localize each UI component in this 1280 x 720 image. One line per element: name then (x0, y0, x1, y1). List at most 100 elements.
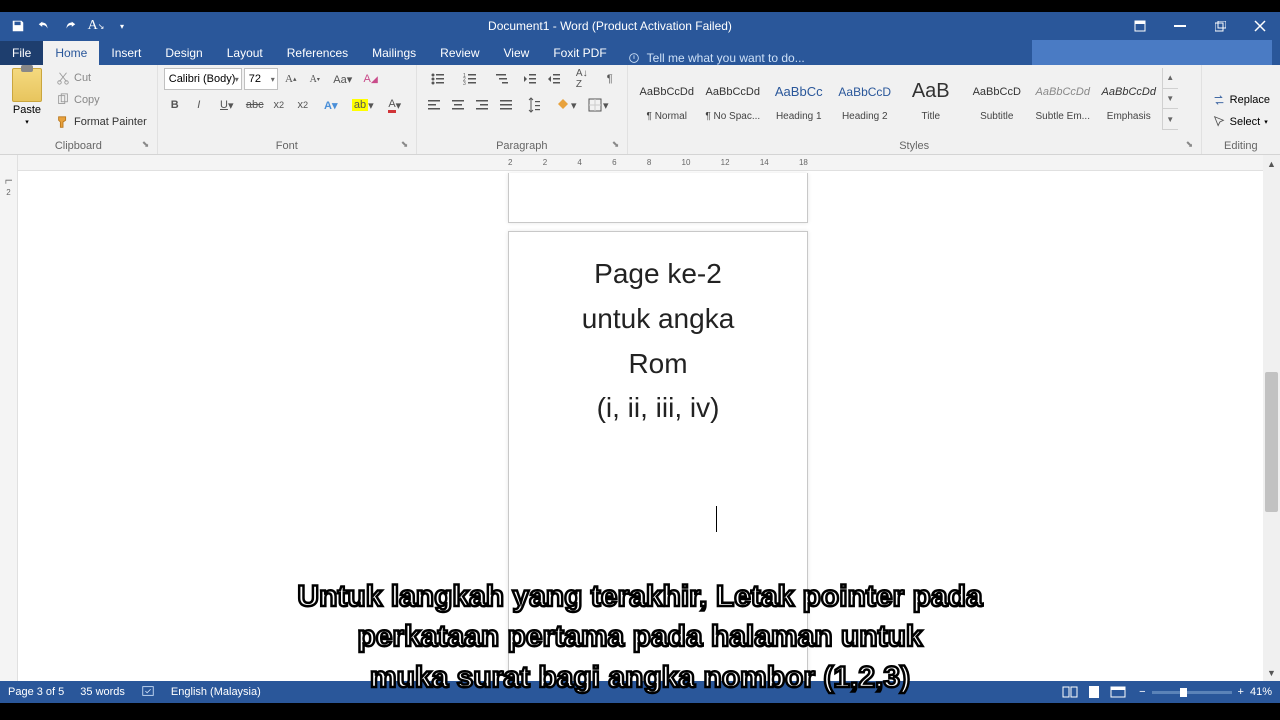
tab-review[interactable]: Review (428, 41, 491, 65)
paragraph-launcher[interactable]: ⬊ (612, 139, 624, 151)
zoom-thumb[interactable] (1180, 688, 1187, 697)
style-normal[interactable]: AaBbCcDd¶ Normal (634, 68, 700, 126)
align-center-button[interactable] (447, 94, 469, 116)
status-language[interactable]: English (Malaysia) (171, 686, 261, 698)
quick-access-toolbar: A↘ ▾ (0, 14, 140, 38)
save-button[interactable] (6, 14, 30, 38)
tab-view[interactable]: View (492, 41, 542, 65)
replace-button[interactable]: Replace (1208, 90, 1274, 110)
zoom-slider[interactable] (1152, 691, 1232, 694)
minimize-button[interactable] (1160, 12, 1200, 40)
scroll-down-button[interactable]: ▼ (1263, 664, 1280, 681)
strikethrough-button[interactable]: abc (244, 94, 266, 116)
shading-button[interactable]: ▾ (551, 94, 581, 116)
page-container[interactable]: Page ke-2 untuk angka Rom (i, ii, iii, i… (18, 171, 1263, 681)
borders-button[interactable]: ▾ (583, 94, 613, 116)
cut-button[interactable]: Cut (52, 68, 151, 88)
font-color-button[interactable]: A▾ (380, 94, 410, 116)
multilevel-button[interactable] (487, 68, 517, 90)
style-heading2[interactable]: AaBbCcDHeading 2 (832, 68, 898, 126)
tab-design[interactable]: Design (153, 41, 214, 65)
sort-button[interactable]: A↓Z (567, 68, 597, 90)
style-emphasis[interactable]: AaBbCcDdEmphasis (1096, 68, 1162, 126)
print-layout-button[interactable] (1083, 683, 1105, 701)
vertical-ruler[interactable]: L 2 (0, 155, 18, 681)
clipboard-launcher[interactable]: ⬊ (142, 139, 154, 151)
styles-launcher[interactable]: ⬊ (1186, 139, 1198, 151)
qat-customize-button[interactable]: ▾ (110, 14, 134, 38)
paste-icon (12, 68, 42, 102)
view-buttons (1059, 683, 1129, 701)
tab-foxit-pdf[interactable]: Foxit PDF (541, 41, 618, 65)
align-left-button[interactable] (423, 94, 445, 116)
show-marks-button[interactable]: ¶ (599, 68, 621, 90)
gallery-scroll: ▲ ▼ ▼ (1162, 68, 1178, 130)
style-no-spacing[interactable]: AaBbCcDd¶ No Spac... (700, 68, 766, 126)
tab-layout[interactable]: Layout (215, 41, 275, 65)
horizontal-ruler[interactable]: 2 2 4 6 8 10 12 14 18 (18, 155, 1263, 171)
tab-references[interactable]: References (275, 41, 360, 65)
scroll-up-button[interactable]: ▲ (1263, 155, 1280, 172)
justify-button[interactable] (495, 94, 517, 116)
style-subtle-emphasis[interactable]: AaBbCcDdSubtle Em... (1030, 68, 1096, 126)
bullets-button[interactable] (423, 68, 453, 90)
vertical-scrollbar[interactable]: ▲ ▼ (1263, 155, 1280, 681)
close-button[interactable] (1240, 12, 1280, 40)
line-spacing-button[interactable] (519, 94, 549, 116)
gallery-down-button[interactable]: ▼ (1163, 89, 1178, 110)
font-launcher[interactable]: ⬊ (401, 139, 413, 151)
group-label: Styles (634, 140, 1195, 152)
page-previous[interactable] (508, 173, 808, 223)
clear-format-button[interactable]: A◢ (360, 68, 382, 90)
document-text[interactable]: Page ke-2 untuk angka Rom (i, ii, iii, i… (524, 252, 792, 431)
style-heading1[interactable]: AaBbCcHeading 1 (766, 68, 832, 126)
gallery-up-button[interactable]: ▲ (1163, 68, 1178, 89)
style-title[interactable]: AaBTitle (898, 68, 964, 126)
gallery-more-button[interactable]: ▼ (1163, 109, 1178, 130)
select-button[interactable]: Select▾ (1208, 112, 1274, 132)
grow-font-button[interactable]: A▴ (280, 68, 302, 90)
maximize-button[interactable] (1200, 12, 1240, 40)
undo-button[interactable] (32, 14, 56, 38)
font-name-combo[interactable]: Calibri (Body)▾ (164, 68, 242, 90)
tab-file[interactable]: File (0, 41, 43, 65)
tab-home[interactable]: Home (43, 41, 99, 65)
zoom-in-button[interactable]: + (1238, 686, 1244, 698)
copy-button[interactable]: Copy (52, 90, 151, 110)
font-size-combo[interactable]: 72▾ (244, 68, 278, 90)
zoom-level[interactable]: 41% (1250, 686, 1272, 698)
signin-area[interactable] (1032, 40, 1272, 65)
highlight-button[interactable]: ab▾ (348, 94, 378, 116)
italic-button[interactable]: I (188, 94, 210, 116)
ribbon: Paste ▾ Cut Copy Format Painter Clipboar… (0, 65, 1280, 155)
status-words[interactable]: 35 words (80, 686, 125, 698)
superscript-button[interactable]: x2 (292, 94, 314, 116)
redo-button[interactable] (58, 14, 82, 38)
numbering-button[interactable]: 123 (455, 68, 485, 90)
tell-me-placeholder: Tell me what you want to do... (647, 51, 805, 65)
ribbon-display-button[interactable] (1120, 12, 1160, 40)
decrease-indent-button[interactable] (519, 68, 541, 90)
read-mode-button[interactable] (1059, 683, 1081, 701)
scroll-thumb[interactable] (1265, 372, 1278, 512)
status-page[interactable]: Page 3 of 5 (8, 686, 64, 698)
web-layout-button[interactable] (1107, 683, 1129, 701)
style-subtitle[interactable]: AaBbCcDSubtitle (964, 68, 1030, 126)
underline-button[interactable]: U▾ (212, 94, 242, 116)
zoom-out-button[interactable]: − (1139, 686, 1145, 698)
tab-mailings[interactable]: Mailings (360, 41, 428, 65)
qat-clear-format-button[interactable]: A↘ (84, 14, 108, 38)
bold-button[interactable]: B (164, 94, 186, 116)
increase-indent-button[interactable] (543, 68, 565, 90)
paste-button[interactable]: Paste ▾ (6, 68, 48, 138)
shrink-font-button[interactable]: A▾ (304, 68, 326, 90)
scroll-track[interactable] (1263, 172, 1280, 664)
change-case-button[interactable]: Aa▾ (328, 68, 358, 90)
align-right-button[interactable] (471, 94, 493, 116)
text-effects-button[interactable]: A▾ (316, 94, 346, 116)
status-proofing-icon[interactable] (141, 684, 155, 701)
format-painter-button[interactable]: Format Painter (52, 112, 151, 132)
tab-insert[interactable]: Insert (99, 41, 153, 65)
subscript-button[interactable]: x2 (268, 94, 290, 116)
page-current[interactable]: Page ke-2 untuk angka Rom (i, ii, iii, i… (508, 231, 808, 681)
